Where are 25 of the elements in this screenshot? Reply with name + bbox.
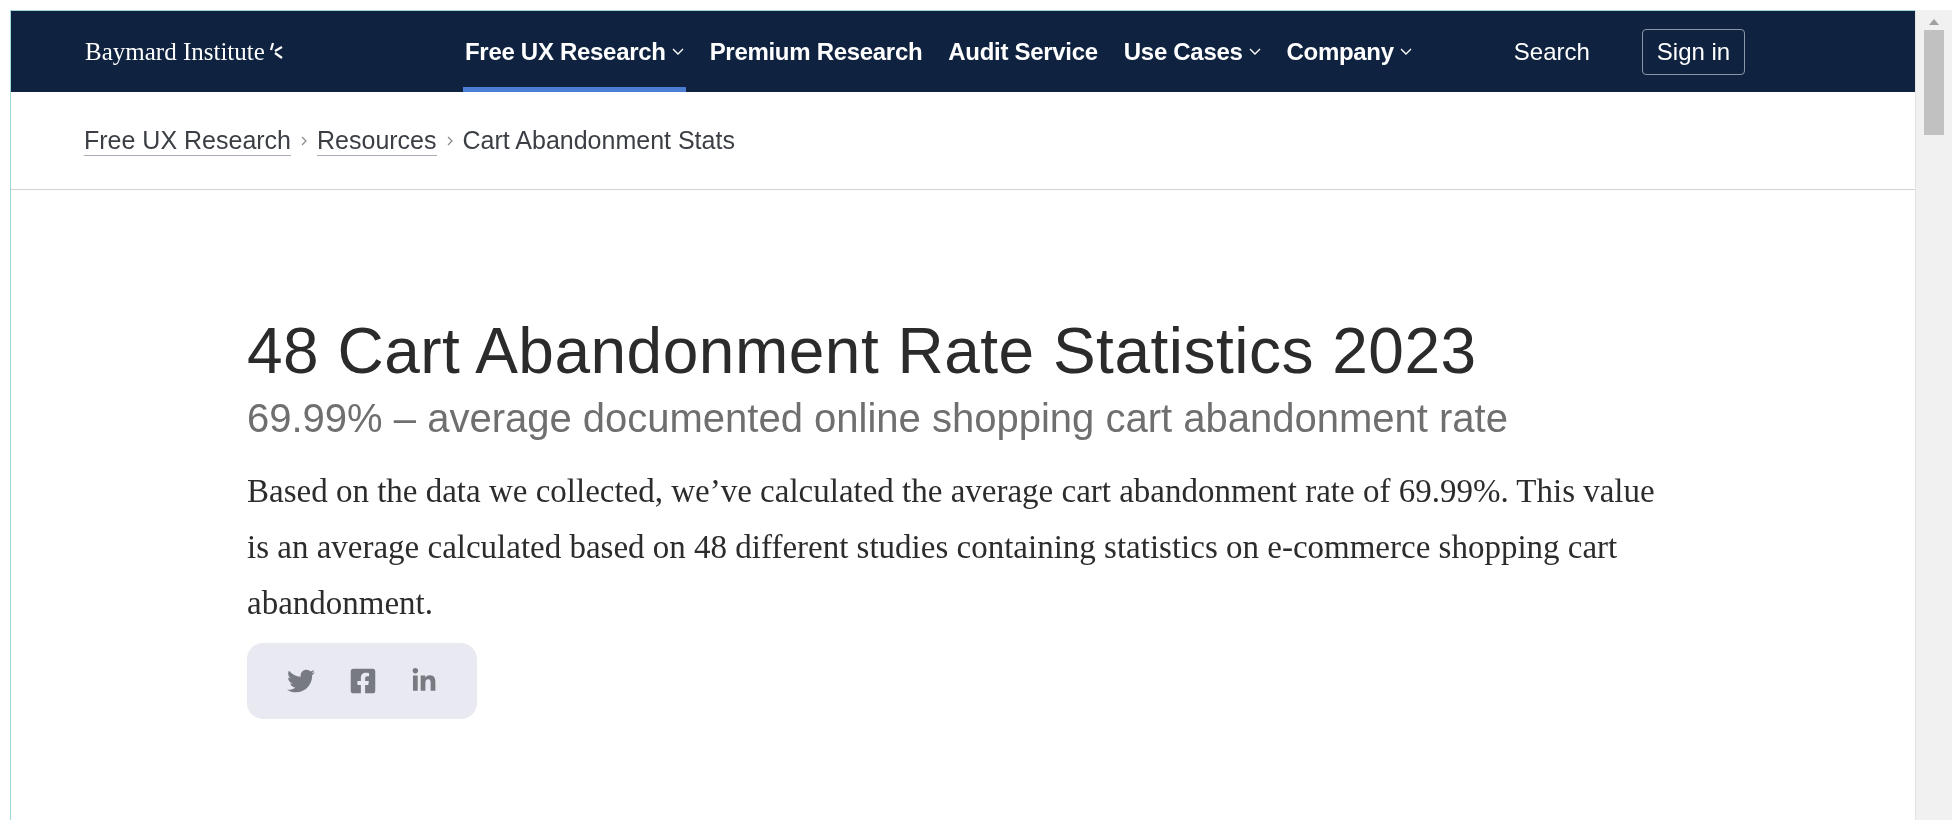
nav-link[interactable]: Company [1284, 11, 1414, 92]
scrollbar-thumb[interactable] [1924, 30, 1944, 135]
chevron-down-icon [1399, 47, 1412, 56]
twitter-icon[interactable] [287, 667, 315, 695]
scroll-up-icon[interactable] [1929, 18, 1939, 26]
chevron-right-icon [301, 135, 308, 146]
chevron-right-icon [446, 135, 453, 146]
facebook-icon[interactable] [349, 667, 377, 695]
breadcrumb-link[interactable]: Free UX Research [84, 125, 292, 156]
linkedin-icon[interactable] [411, 668, 437, 694]
sign-in-button[interactable]: Sign in [1641, 28, 1746, 75]
chevron-down-icon [671, 47, 684, 56]
logo-text[interactable]: Baymard Institute [85, 37, 265, 66]
chevron-down-icon [1248, 47, 1261, 56]
search-link[interactable]: Search [1513, 11, 1590, 92]
intro-paragraph: Based on the data we collected, we’ve calculated the average cart abandonment rate of 69.99%. This value is an average calculated based on 48 different studies containing statistics on e-commerce shopping cart abandonment. [247, 472, 1656, 623]
nav-link[interactable]: Audit Service [946, 11, 1100, 92]
breadcrumb-link[interactable]: Resources [317, 125, 437, 156]
page-title: 48 Cart Abandonment Rate Statistics 2023 [247, 314, 1478, 388]
nav-link[interactable]: Free UX Research [463, 11, 686, 92]
nav-link[interactable]: Use Cases [1121, 11, 1263, 92]
scrollbar[interactable] [1915, 10, 1952, 820]
page-subtitle: 69.99% – average documented online shopping cart abandonment rate [247, 396, 1509, 441]
breadcrumb-current: Cart Abandonment Stats [462, 126, 735, 155]
nav-link[interactable]: Premium Research [707, 11, 925, 92]
